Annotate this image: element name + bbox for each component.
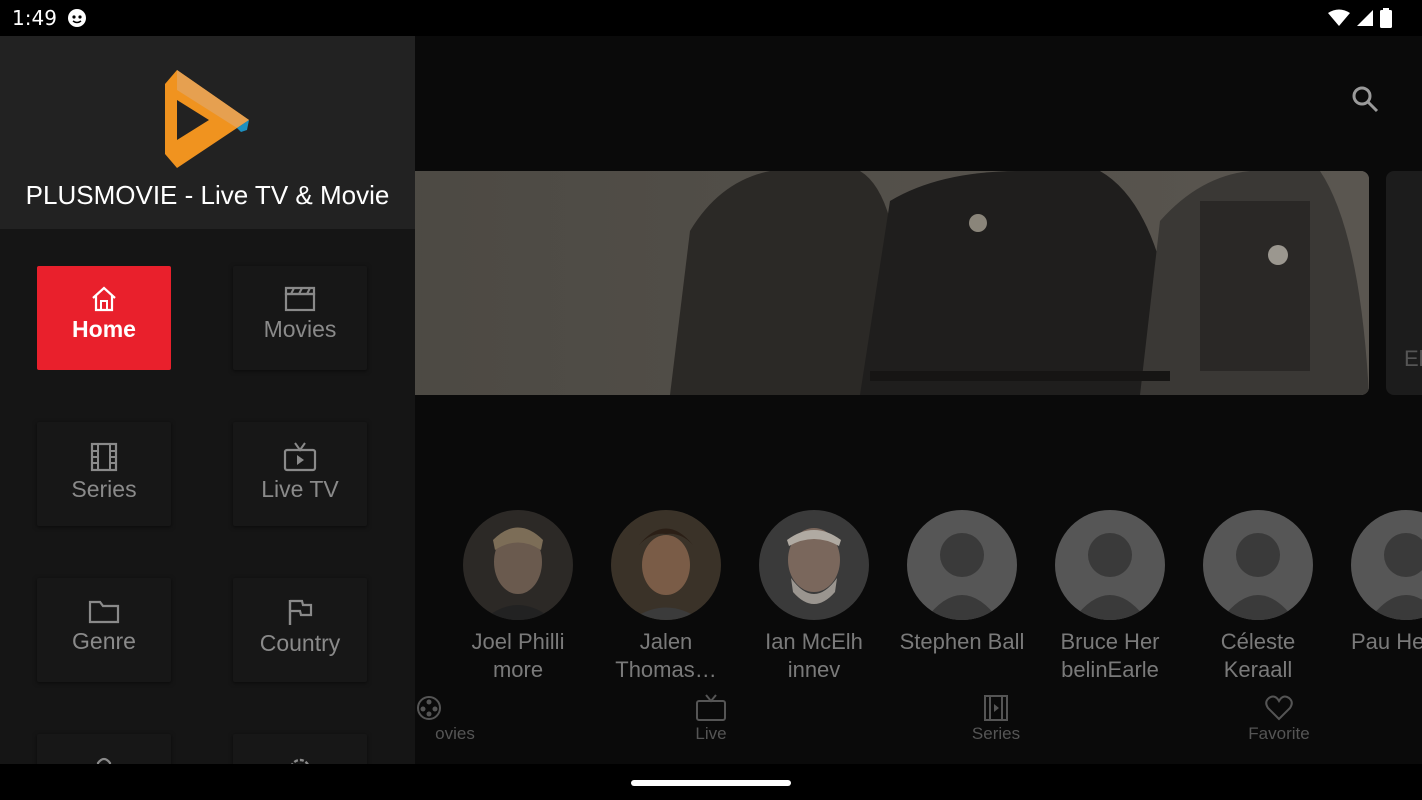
avatar [1055,510,1165,620]
app-title: PLUSMOVIE - Live TV & Movie [25,180,390,210]
avatar [1203,510,1313,620]
movie-reel-icon [417,696,441,720]
menu-country[interactable]: Country [233,578,367,682]
status-time: 1:49 [12,6,57,30]
film-strip-icon [90,442,118,472]
menu-lock[interactable] [37,734,171,764]
nav-series[interactable]: Series [926,694,1066,744]
cast-list: s Joel Philli more Jalen Thomas… Ian McE… [194,506,1422,686]
signal-icon [1357,10,1373,26]
avatar [611,510,721,620]
battery-icon [1380,8,1392,28]
menu-series[interactable]: Series [37,422,171,526]
avatar [907,510,1017,620]
drawer-header: PLUSMOVIE - Live TV & Movie [0,36,415,229]
clapperboard-icon [284,286,316,312]
cast-item[interactable]: Joel Philli more [444,506,592,686]
menu-movies[interactable]: Movies [233,266,367,370]
menu-genre[interactable]: Genre [37,578,171,682]
film-strip-icon [984,695,1008,721]
cast-item[interactable]: Stephen Ball [888,506,1036,686]
menu-settings[interactable] [233,734,367,764]
avatar [1351,510,1422,620]
cast-item[interactable]: Jalen Thomas… [592,506,740,686]
heart-icon [1265,695,1293,721]
tv-icon [696,694,726,721]
menu-movies-label: Movies [263,316,337,342]
menu-home-label: Home [72,316,136,342]
avatar [463,510,573,620]
menu-live-tv[interactable]: Live TV [233,422,367,526]
cast-item[interactable]: Pau Hector [1332,506,1422,686]
featured-banner[interactable] [300,171,1369,395]
menu-country-label: Country [259,630,341,656]
wifi-icon [1328,9,1350,26]
banner-image [300,171,1369,395]
cast-item[interactable]: Ian McElh innev [740,506,888,686]
lock-icon [96,757,112,764]
system-navigation-bar [0,764,1422,800]
nav-favorite[interactable]: Favorite [1209,694,1349,744]
status-bar: 1:49 [0,0,1422,36]
avatar [759,510,869,620]
menu-genre-label: Genre [72,628,136,654]
tv-icon [283,442,317,472]
menu-live-tv-label: Live TV [261,476,339,502]
app-logo [165,70,249,168]
cast-item[interactable]: Céleste Keraall [1184,506,1332,686]
flag-icon [288,599,313,625]
home-gesture-handle[interactable] [631,780,791,786]
navigation-drawer: PLUSMOVIE - Live TV & Movie Home Movies … [0,36,415,764]
menu-series-label: Series [71,476,137,502]
menu-home[interactable]: Home [37,266,171,370]
gear-icon [291,758,309,764]
home-icon [92,286,116,312]
folder-icon [88,600,120,624]
next-banner-title: El [1404,346,1422,371]
cast-item[interactable]: Bruce Her belinEarle [1036,506,1184,686]
notification-icon [68,9,86,27]
nav-live[interactable]: Live [641,694,781,744]
search-icon[interactable] [1350,84,1380,114]
